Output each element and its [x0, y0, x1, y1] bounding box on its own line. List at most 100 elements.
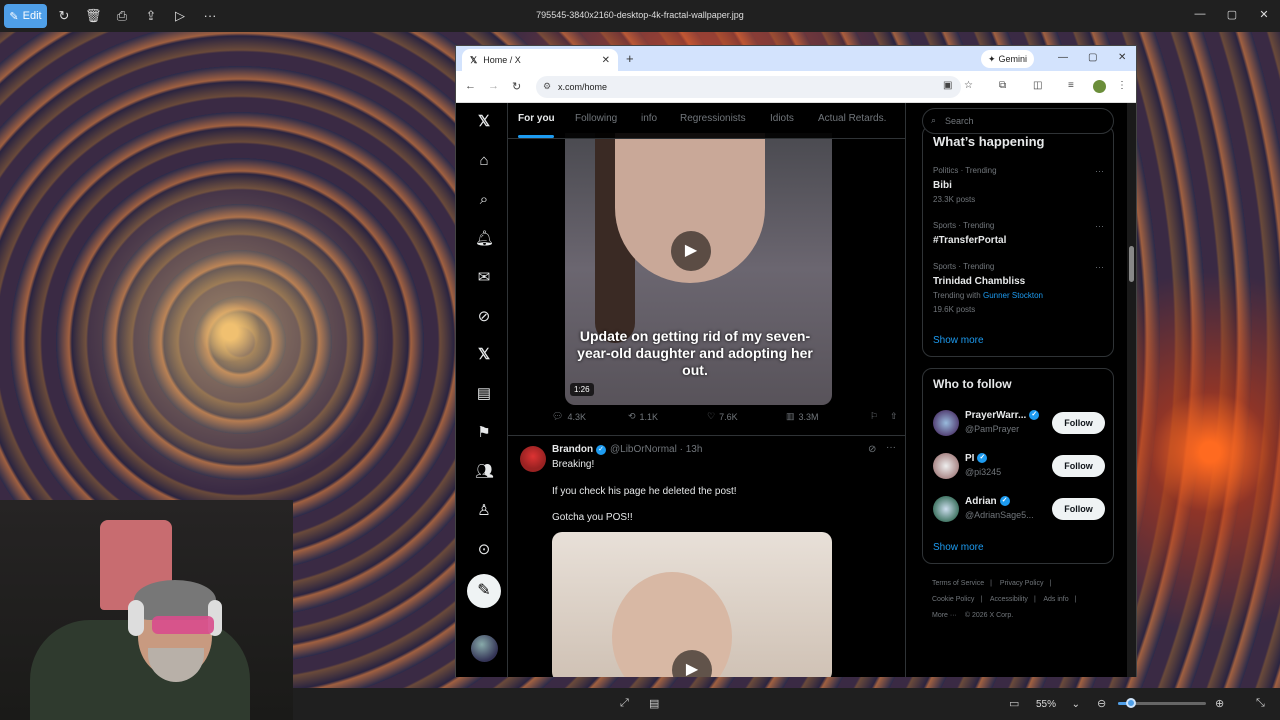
page-scrollbar[interactable]	[1127, 103, 1136, 677]
grok-explain-icon[interactable]: ⊘	[868, 444, 876, 455]
compose-post-button[interactable]: ✎	[467, 574, 501, 608]
tab-following[interactable]: Following	[575, 113, 617, 124]
search-input[interactable]: Search	[922, 108, 1114, 134]
follow-show-more-link[interactable]: Show more	[933, 542, 984, 553]
browser-minimize-icon[interactable]: —	[1058, 52, 1068, 63]
tweet-video-2[interactable]: ▶	[552, 532, 832, 677]
notifications-bell-icon[interactable]: 🔔︎	[475, 230, 494, 248]
maximize-icon[interactable]: ▢	[1224, 8, 1240, 21]
trend-more-icon[interactable]: ···	[1095, 221, 1104, 231]
footer-link-cookies[interactable]: Cookie Policy	[932, 596, 974, 603]
zoom-out-icon[interactable]: ⊖	[1097, 697, 1106, 710]
trend-name[interactable]: #TransferPortal	[933, 235, 1006, 246]
lists-icon[interactable]: ▤	[475, 385, 493, 403]
browser-tab-home[interactable]: 𝕏 Home / X ✕	[462, 49, 618, 71]
bookmark-icon[interactable]: ⚐	[870, 411, 878, 422]
profile-icon[interactable]: ♙	[475, 502, 493, 520]
tweet-video-1[interactable]: ▶ Update on getting rid of my seven-year…	[565, 133, 832, 405]
bookmark-star-icon[interactable]: ☆	[964, 80, 973, 91]
forward-icon[interactable]: →	[488, 80, 499, 92]
headphones-left	[128, 600, 144, 636]
views-button[interactable]: ▥ 3.3M	[786, 411, 819, 422]
trend-meta: Politics · Trending	[933, 166, 997, 175]
zoom-slider-thumb[interactable]	[1126, 698, 1136, 708]
tab-for-you[interactable]: For you	[518, 113, 555, 124]
url-field[interactable]: ⚙ x.com/home	[536, 76, 961, 98]
extensions-icon[interactable]: ⧉	[999, 80, 1006, 91]
install-app-icon[interactable]: ▣	[943, 80, 952, 91]
trend-related-link[interactable]: Gunner Stockton	[983, 291, 1043, 300]
messages-mail-icon[interactable]: ✉	[475, 269, 493, 287]
actual-size-icon[interactable]: ▭	[1009, 697, 1019, 710]
footer-link-ads-info[interactable]: Ads info	[1043, 596, 1068, 603]
footer-link-more[interactable]: More ···	[932, 612, 957, 619]
repost-button[interactable]: ⟲ 1.1K	[628, 411, 658, 422]
filmstrip-icon[interactable]: ▤	[649, 697, 659, 710]
x-page: 𝕏 ⌂ ⌕ 🔔︎ ✉ ⊘ 𝕏 ▤ ⚑ 👥︎ ♙ ⊙ ✎ For you Foll…	[456, 103, 1136, 677]
reload-icon[interactable]: ↻	[512, 80, 521, 93]
bookmarks-icon[interactable]: ⚑	[475, 424, 493, 442]
active-tab-indicator	[518, 135, 554, 138]
tab-close-icon[interactable]: ✕	[602, 55, 610, 66]
repost-icon: ⟲	[628, 411, 636, 421]
tab-actual-retards[interactable]: Actual Retards.	[818, 113, 886, 124]
trends-show-more-link[interactable]: Show more	[933, 335, 984, 346]
follow-button[interactable]: Follow	[1052, 498, 1105, 520]
back-icon[interactable]: ←	[465, 80, 476, 92]
follow-button[interactable]: Follow	[1052, 412, 1105, 434]
tweet-author-name[interactable]: Brandon	[552, 444, 593, 455]
reading-list-icon[interactable]: ≡	[1068, 80, 1074, 91]
split-view-icon[interactable]: ◫	[1033, 80, 1042, 91]
browser-maximize-icon[interactable]: ▢	[1088, 52, 1097, 63]
gemini-button[interactable]: ✦ Gemini	[981, 50, 1034, 68]
account-avatar[interactable]	[471, 635, 498, 662]
tab-idiots[interactable]: Idiots	[770, 113, 794, 124]
play-icon[interactable]: ▶	[671, 231, 711, 271]
user-name[interactable]: PrayerWarr... ✓	[965, 410, 1040, 421]
tweet-author-handle[interactable]: @LibOrNormal · 13h	[610, 444, 702, 455]
user-avatar[interactable]	[933, 496, 959, 522]
browser-menu-icon[interactable]: ⋮	[1117, 80, 1127, 91]
new-tab-icon[interactable]: +	[626, 51, 634, 66]
footer-link-terms[interactable]: Terms of Service	[932, 580, 984, 587]
share-icon[interactable]: ⇧	[890, 411, 898, 422]
more-circle-icon[interactable]: ⊙	[475, 541, 493, 559]
tab-regressionists[interactable]: Regressionists	[680, 113, 746, 124]
user-avatar[interactable]	[933, 410, 959, 436]
profile-avatar[interactable]	[1093, 80, 1106, 93]
user-name[interactable]: Adrian ✓	[965, 496, 1010, 507]
explore-search-icon[interactable]: ⌕	[475, 191, 493, 209]
fullscreen-icon[interactable]: ⤡	[1256, 697, 1265, 710]
browser-close-icon[interactable]: ✕	[1118, 52, 1126, 63]
fit-icon[interactable]: ⤢	[620, 697, 629, 710]
communities-icon[interactable]: 👥︎	[475, 463, 494, 481]
trend-trending-with: Trending with Gunner Stockton	[933, 291, 1044, 300]
trend-name[interactable]: Trinidad Chambliss	[933, 276, 1025, 287]
minimize-icon[interactable]: —	[1192, 8, 1208, 20]
site-info-icon[interactable]: ⚙	[543, 81, 551, 92]
home-icon[interactable]: ⌂	[475, 152, 493, 170]
tweet-text-line: If you check his page he deleted the pos…	[552, 486, 737, 497]
user-avatar[interactable]	[933, 453, 959, 479]
like-button[interactable]: ♡ 7.6K	[707, 411, 738, 422]
tweet-author-avatar[interactable]	[520, 446, 546, 472]
footer-link-privacy[interactable]: Privacy Policy	[1000, 580, 1044, 587]
user-handle: @PamPrayer	[965, 424, 1020, 434]
follow-button[interactable]: Follow	[1052, 455, 1105, 477]
close-icon[interactable]: ✕	[1256, 8, 1272, 21]
page-scrollbar-thumb[interactable]	[1129, 246, 1134, 282]
premium-x-icon[interactable]: 𝕏	[475, 346, 493, 364]
user-name[interactable]: PI ✓	[965, 453, 988, 464]
whats-happening-card: What’s happening Politics · Trending ···…	[922, 125, 1114, 357]
grok-icon[interactable]: ⊘	[475, 308, 493, 326]
trend-more-icon[interactable]: ···	[1095, 166, 1104, 176]
tab-info[interactable]: info	[641, 113, 657, 124]
trend-more-icon[interactable]: ···	[1095, 262, 1104, 272]
reply-button[interactable]: 💬︎ 4.3K	[552, 411, 586, 422]
trend-name[interactable]: Bibi	[933, 180, 952, 191]
x-logo-icon[interactable]: 𝕏	[475, 113, 493, 131]
footer-link-accessibility[interactable]: Accessibility	[990, 596, 1028, 603]
tweet-more-icon[interactable]: ···	[886, 442, 896, 453]
zoom-in-icon[interactable]: ⊕	[1215, 697, 1224, 710]
zoom-select[interactable]: 55% ⌄	[1030, 694, 1086, 714]
